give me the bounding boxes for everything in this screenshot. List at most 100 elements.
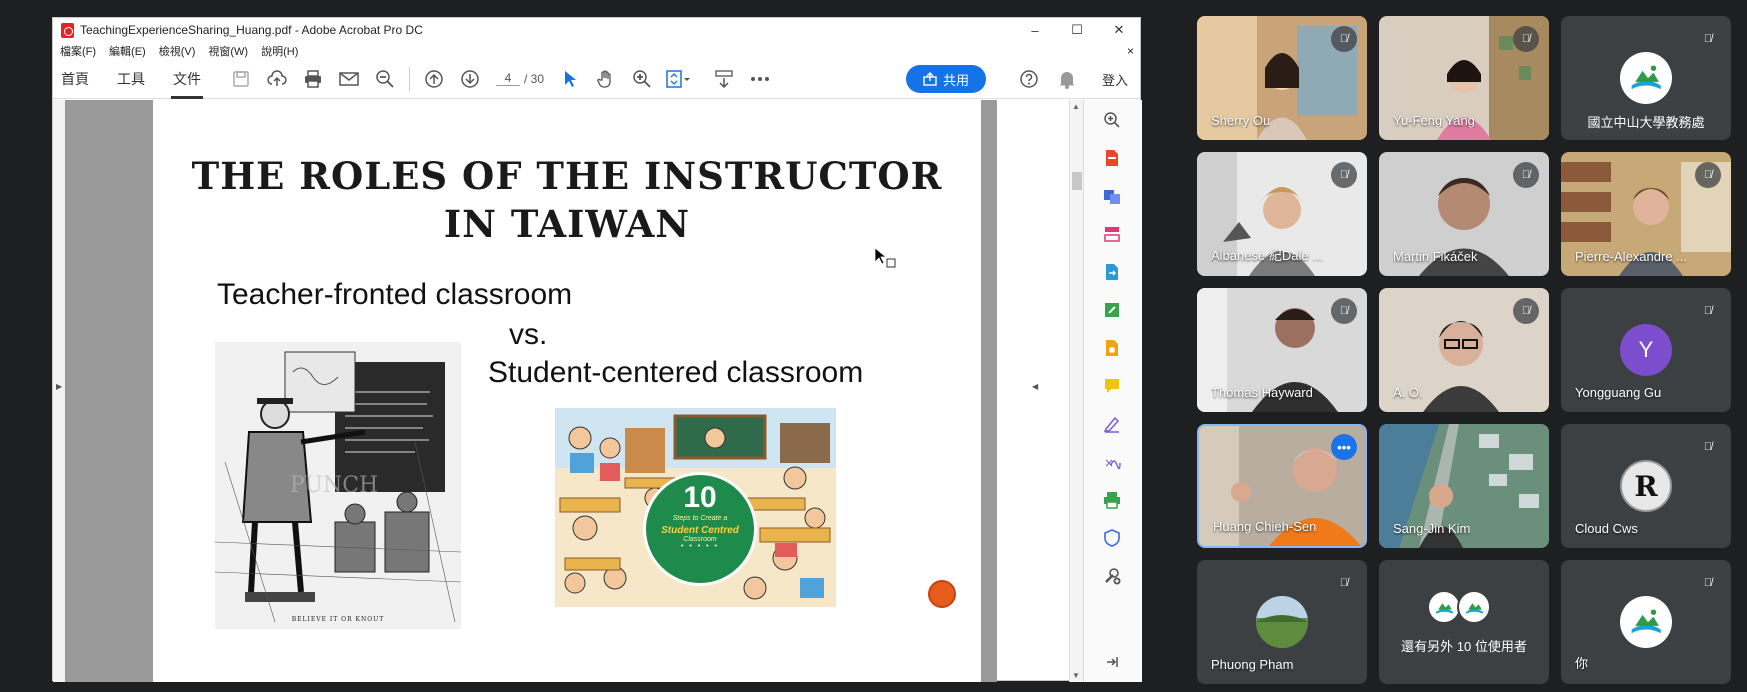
participant-tile[interactable]: 🎙̸ R Cloud Cws <box>1561 424 1731 548</box>
participant-name: Cloud Cws <box>1575 521 1638 536</box>
orange-circle-marker <box>928 580 956 608</box>
page-total: / 30 <box>524 71 545 86</box>
nsysu-logo-icon <box>1457 590 1491 624</box>
participant-tile[interactable]: 🎙̸ Yu-Feng Yang <box>1379 16 1549 140</box>
page-number-input[interactable]: 4 <box>496 71 520 86</box>
participant-name: Yongguang Gu <box>1575 385 1662 400</box>
participant-name: Sang-Jin Kim <box>1393 521 1471 536</box>
tab-home[interactable]: 首頁 <box>53 59 103 99</box>
vertical-scrollbar[interactable]: ▲ ▼ <box>1069 100 1083 682</box>
zoom-in-icon[interactable] <box>624 59 660 99</box>
comment-sign-icon[interactable] <box>1098 334 1126 362</box>
combine-files-icon[interactable] <box>1098 182 1126 210</box>
menu-window[interactable]: 視窗(W) <box>208 43 248 59</box>
participant-tile[interactable]: 🎙̸ Phuong Pham <box>1197 560 1367 684</box>
print-production-icon[interactable] <box>1098 486 1126 514</box>
zoom-out-icon[interactable] <box>367 59 403 99</box>
more-participants-tile[interactable]: 還有另外 10 位使用者 <box>1379 560 1549 684</box>
participant-tile[interactable]: 🎙̸ A. O. <box>1379 288 1549 412</box>
minimize-button[interactable]: – <box>1014 18 1056 42</box>
participant-tile[interactable]: 🎙̸ Sherry Ou <box>1197 16 1367 140</box>
self-name: 你 <box>1575 656 1589 671</box>
self-tile[interactable]: 🎙̸ 你 <box>1561 560 1731 684</box>
maximize-button[interactable]: ☐ <box>1056 18 1098 42</box>
page-indicator: 4 / 30 <box>496 71 544 86</box>
participant-name: Albanese 紀Dale ... <box>1211 248 1324 263</box>
certificate-sign-icon[interactable]: × <box>1098 448 1126 476</box>
muted-mic-icon: 🎙̸ <box>1695 162 1721 188</box>
hand-tool-icon[interactable] <box>588 59 624 99</box>
muted-mic-icon: 🎙̸ <box>1331 162 1357 188</box>
participant-name: Martin Fikáček <box>1393 249 1478 264</box>
muted-mic-icon: 🎙̸ <box>1513 26 1539 52</box>
title-bar: TeachingExperienceSharing_Huang.pdf - Ad… <box>53 18 1140 42</box>
participant-tile[interactable]: 🎙̸ Y Yongguang Gu <box>1561 288 1731 412</box>
participant-tile[interactable]: 🎙̸ Albanese 紀Dale ... <box>1197 152 1367 276</box>
share-icon <box>923 72 937 86</box>
menu-view[interactable]: 檢視(V) <box>159 43 196 59</box>
scroll-mode-icon[interactable] <box>706 59 742 99</box>
organize-pages-icon[interactable] <box>1098 220 1126 248</box>
notification-bell-icon[interactable] <box>1048 59 1086 99</box>
participant-tile[interactable]: 🎙̸ Thomas Hayward <box>1197 288 1367 412</box>
email-icon[interactable] <box>331 59 367 99</box>
collapse-pane-arrow-icon[interactable] <box>1098 648 1126 676</box>
fit-page-icon[interactable] <box>660 59 696 99</box>
export-pdf-icon[interactable] <box>1098 258 1126 286</box>
edit-pdf-icon[interactable] <box>1098 296 1126 324</box>
scrollbar-thumb[interactable] <box>1072 172 1082 190</box>
participant-name: Thomas Hayward <box>1211 385 1313 400</box>
menu-help[interactable]: 說明(H) <box>261 43 298 59</box>
menu-file[interactable]: 檔案(F) <box>60 43 96 59</box>
scroll-up-icon[interactable]: ▲ <box>1072 102 1080 111</box>
participant-tile-active-speaker[interactable]: ••• Huang Chieh-Sen <box>1197 424 1367 548</box>
participant-tile[interactable]: Sang-Jin Kim <box>1379 424 1549 548</box>
zoom-search-icon[interactable] <box>1098 106 1126 134</box>
menu-edit[interactable]: 編輯(E) <box>109 43 146 59</box>
more-options-icon[interactable] <box>742 59 778 99</box>
participant-tile[interactable]: 🎙̸ 國立中山大學教務處 <box>1561 16 1731 140</box>
mouse-cursor-icon <box>873 247 897 274</box>
left-panel-toggle[interactable]: ▶ <box>53 100 65 682</box>
participant-name: Huang Chieh-Sen <box>1213 519 1317 534</box>
participant-name: Yu-Feng Yang <box>1393 113 1475 128</box>
muted-mic-icon: 🎙̸ <box>1513 298 1539 324</box>
toolbar-divider <box>409 66 410 91</box>
participant-name: 國立中山大學教務處 <box>1587 115 1705 130</box>
participant-tile[interactable]: 🎙̸ Pierre-Alexandre ... <box>1561 152 1731 276</box>
muted-mic-icon: 🎙̸ <box>1695 298 1721 324</box>
comment-icon[interactable] <box>1098 372 1126 400</box>
slide-text-vs: vs. <box>509 318 548 351</box>
upload-cloud-icon[interactable] <box>259 59 295 99</box>
more-tools-icon[interactable] <box>1098 562 1126 590</box>
close-document-icon[interactable]: × <box>1127 44 1134 58</box>
protect-shield-icon[interactable] <box>1098 524 1126 552</box>
select-cursor-icon[interactable] <box>552 59 588 99</box>
help-icon[interactable] <box>1010 59 1048 99</box>
slide-text-teacher-fronted: Teacher-fronted classroom <box>217 278 573 311</box>
scroll-down-icon[interactable]: ▼ <box>1072 671 1080 680</box>
letter-avatar: Y <box>1620 324 1672 376</box>
previous-page-icon[interactable] <box>416 59 452 99</box>
tab-document[interactable]: 文件 <box>159 59 215 99</box>
save-icon[interactable] <box>223 59 259 99</box>
close-button[interactable]: ✕ <box>1098 18 1140 42</box>
cartoon-caption: BELIEVE IT OR KNOUT <box>291 616 385 623</box>
next-page-icon[interactable] <box>452 59 488 99</box>
participant-name: Sherry Ou <box>1211 113 1271 128</box>
share-button[interactable]: 共用 <box>906 65 986 93</box>
collapse-tools-pane-icon[interactable]: ◀ <box>1032 382 1038 391</box>
more-options-icon[interactable]: ••• <box>1331 434 1357 460</box>
badge-number: 10 <box>683 481 717 514</box>
participant-tile[interactable]: 🎙̸ Martin Fikáček <box>1379 152 1549 276</box>
print-icon[interactable] <box>295 59 331 99</box>
create-pdf-icon[interactable] <box>1098 144 1126 172</box>
fill-sign-icon[interactable] <box>1098 410 1126 438</box>
login-link[interactable]: 登入 <box>1102 70 1128 89</box>
ten-steps-badge: 10 Steps to Create a Student Centred Cla… <box>643 472 757 586</box>
tab-tools[interactable]: 工具 <box>103 59 159 99</box>
share-label: 共用 <box>942 72 969 88</box>
slide-title-line2: IN TAIWAN <box>443 202 691 246</box>
document-area: ▶ THE ROLES OF THE INSTRUCTOR IN TAIWAN … <box>53 100 1142 682</box>
muted-mic-icon: 🎙̸ <box>1331 26 1357 52</box>
